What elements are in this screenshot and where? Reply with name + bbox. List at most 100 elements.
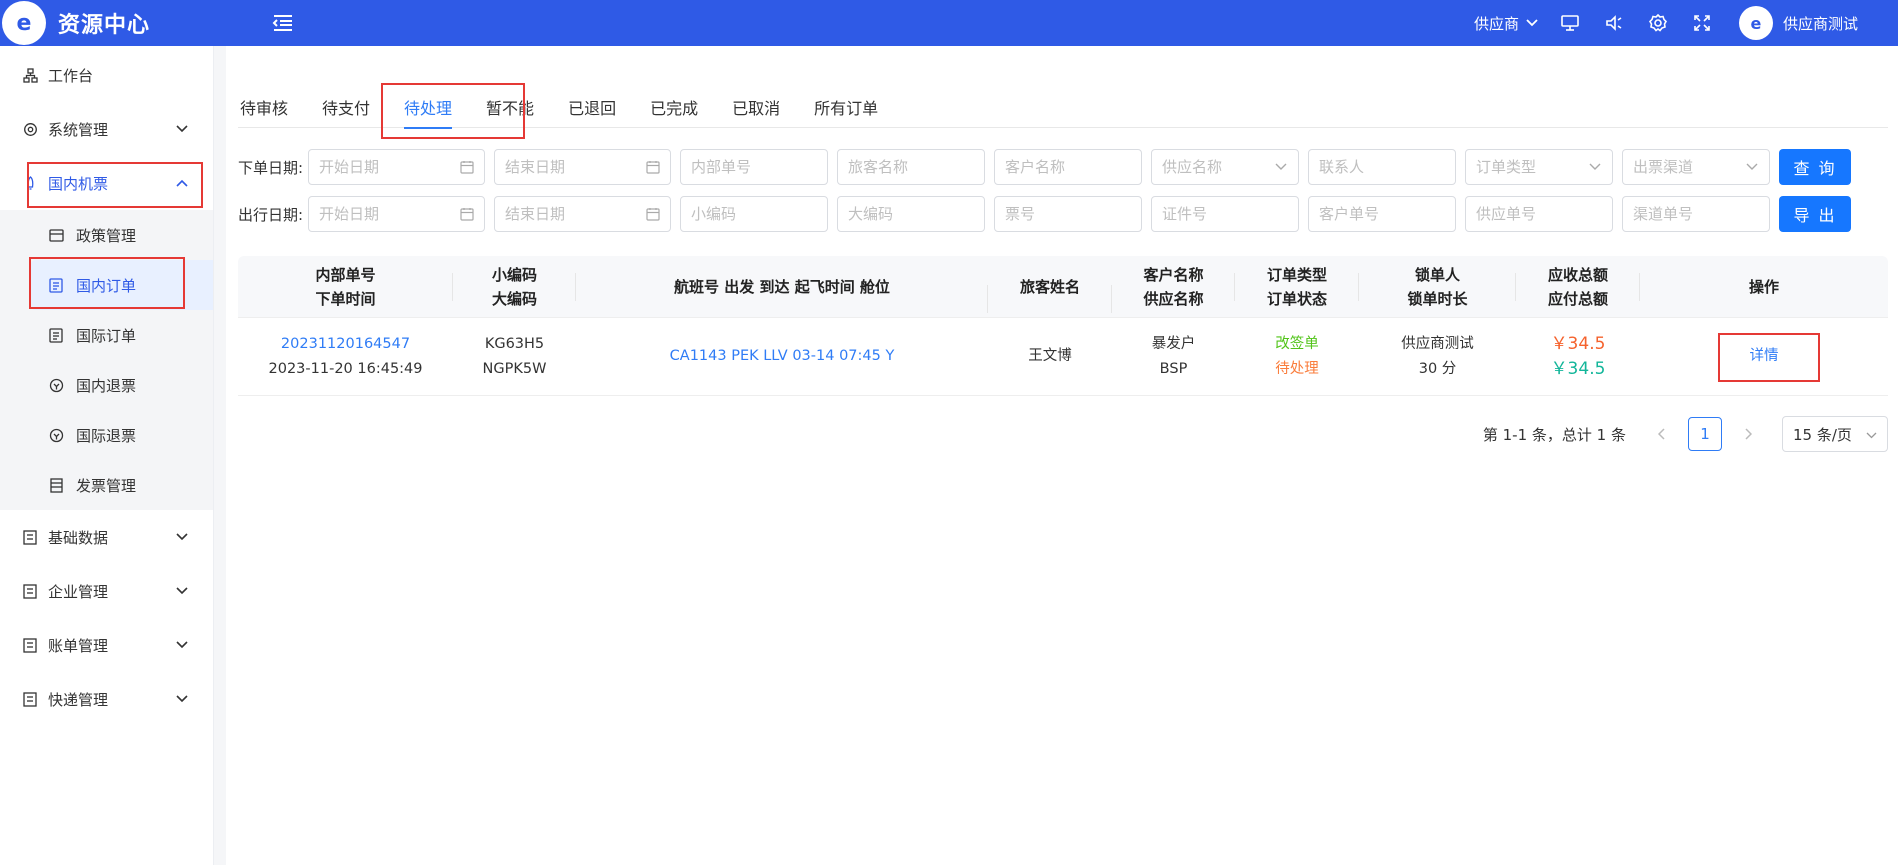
travel-end-date-input[interactable]	[505, 205, 642, 223]
chevron-down-icon	[1274, 159, 1288, 175]
speaker-icon[interactable]	[1601, 10, 1627, 36]
sidebar-item-invoice[interactable]: 发票管理	[0, 460, 213, 510]
tab-all-orders[interactable]: 所有订单	[797, 86, 895, 128]
detail-link[interactable]: 详情	[1750, 348, 1779, 364]
channel-order-no-input[interactable]	[1633, 205, 1759, 223]
order-type-select[interactable]	[1465, 149, 1613, 185]
page-total: 第 1-1 条，总计 1 条	[1482, 425, 1626, 444]
small-code-field[interactable]	[680, 196, 828, 232]
chevron-right-icon[interactable]	[1734, 420, 1762, 448]
cell-order-type: 改签单 待处理	[1235, 332, 1359, 382]
id-no-field[interactable]	[1151, 196, 1299, 232]
col-order-no: 内部单号 下单时间	[238, 263, 453, 311]
chevron-down-icon	[1866, 425, 1877, 443]
menu-collapse-icon[interactable]	[268, 8, 298, 38]
submenu-domestic-ticket: 政策管理 国内订单 国际订单 国内退票 国际退票 发票管理	[0, 210, 213, 510]
sidebar-item-system[interactable]: 系统管理	[0, 102, 213, 156]
calendar-icon	[460, 206, 474, 222]
gear-icon	[22, 121, 38, 137]
sidebar-item-domestic-refund[interactable]: 国内退票	[0, 360, 213, 410]
col-header-label: 客户名称	[1143, 265, 1204, 284]
supplier-name-select[interactable]	[1151, 149, 1299, 185]
passenger-name-field[interactable]	[837, 149, 985, 185]
order-end-date-input[interactable]	[505, 158, 642, 176]
supplier-dropdown[interactable]: 供应商	[1474, 13, 1539, 34]
order-start-date-field[interactable]	[308, 149, 485, 185]
travel-end-date-field[interactable]	[494, 196, 671, 232]
sidebar-item-express[interactable]: 快递管理	[0, 672, 213, 726]
chevron-down-icon	[175, 638, 189, 652]
tab-pending-review[interactable]: 待审核	[238, 86, 305, 128]
sidebar-item-label: 发票管理	[76, 476, 137, 495]
search-button[interactable]: 查 询	[1779, 149, 1851, 185]
sidebar-item-policy[interactable]: 政策管理	[0, 210, 213, 260]
sidebar-item-label: 工作台	[48, 66, 94, 85]
order-no-link[interactable]: 20231120164547	[238, 332, 453, 357]
contact-input[interactable]	[1319, 158, 1445, 176]
doc-icon	[22, 529, 38, 545]
supplier-order-no-field[interactable]	[1465, 196, 1613, 232]
customer-order-no-input[interactable]	[1319, 205, 1445, 223]
fullscreen-icon[interactable]	[1689, 10, 1715, 36]
order-end-date-field[interactable]	[494, 149, 671, 185]
tab-unable[interactable]: 暂不能	[469, 86, 551, 128]
sidebar-item-intl-refund[interactable]: 国际退票	[0, 410, 213, 460]
col-locker: 锁单人 锁单时长	[1359, 263, 1516, 311]
ticket-no-field[interactable]	[994, 196, 1142, 232]
small-code: KG63H5	[484, 335, 545, 352]
page-number[interactable]: 1	[1688, 417, 1722, 451]
sidebar-item-basic-data[interactable]: 基础数据	[0, 510, 213, 564]
col-header-label: 应付总额	[1547, 289, 1608, 308]
sidebar-item-label: 系统管理	[48, 120, 109, 139]
big-code-input[interactable]	[848, 205, 974, 223]
monitor-icon[interactable]	[1557, 10, 1583, 36]
tab-cancelled[interactable]: 已取消	[715, 86, 797, 128]
sidebar-item-intl-order[interactable]: 国际订单	[0, 310, 213, 360]
contact-field[interactable]	[1308, 149, 1456, 185]
supplier-name-input[interactable]	[1162, 158, 1271, 176]
customer-order-no-field[interactable]	[1308, 196, 1456, 232]
internal-order-no-input[interactable]	[691, 158, 817, 176]
customer-name-input[interactable]	[1005, 158, 1131, 176]
tab-pending-payment[interactable]: 待支付	[305, 86, 387, 128]
travel-start-date-input[interactable]	[319, 205, 456, 223]
tab-completed[interactable]: 已完成	[633, 86, 715, 128]
sidebar-item-domestic-ticket[interactable]: 国内机票	[0, 156, 213, 210]
supplier-order-no-input[interactable]	[1476, 205, 1602, 223]
order-start-date-input[interactable]	[319, 158, 456, 176]
sidebar-item-enterprise[interactable]: 企业管理	[0, 564, 213, 618]
sidebar: 工作台 系统管理 国内机票 政策管理 国内订单 国际订单 国内退票 国际退票 发…	[0, 46, 214, 865]
customer-name-field[interactable]	[994, 149, 1142, 185]
travel-start-date-field[interactable]	[308, 196, 485, 232]
export-button[interactable]: 导 出	[1779, 196, 1851, 232]
gear-icon[interactable]	[1645, 10, 1671, 36]
doc-icon	[22, 691, 38, 707]
chevron-down-icon	[1588, 159, 1602, 175]
ticket-channel-select[interactable]	[1622, 149, 1770, 185]
list-icon	[48, 327, 64, 343]
order-type-input[interactable]	[1476, 158, 1585, 176]
col-passenger: 旅客姓名	[988, 275, 1112, 313]
page-size-select[interactable]: 15 条/页	[1782, 416, 1888, 452]
col-header-label: 订单类型	[1266, 265, 1327, 284]
channel-order-no-field[interactable]	[1622, 196, 1770, 232]
ticket-channel-input[interactable]	[1633, 158, 1742, 176]
sidebar-item-billing[interactable]: 账单管理	[0, 618, 213, 672]
tab-returned[interactable]: 已退回	[551, 86, 633, 128]
tab-pending-process[interactable]: 待处理	[387, 86, 469, 129]
small-code-input[interactable]	[691, 205, 817, 223]
big-code-field[interactable]	[837, 196, 985, 232]
internal-order-no-field[interactable]	[680, 149, 828, 185]
id-no-input[interactable]	[1162, 205, 1288, 223]
sidebar-item-domestic-order[interactable]: 国内订单	[30, 260, 213, 310]
chevron-left-icon[interactable]	[1648, 420, 1676, 448]
chevron-down-icon	[175, 530, 189, 544]
col-header-label: 大编码	[491, 289, 537, 308]
top-bar: e 资源中心 供应商 e 供应商测试	[0, 0, 1898, 46]
refund-icon	[48, 427, 64, 443]
user-menu[interactable]: e 供应商测试	[1738, 6, 1858, 40]
sidebar-item-workbench[interactable]: 工作台	[0, 48, 213, 102]
passenger-name-input[interactable]	[848, 158, 974, 176]
ticket-no-input[interactable]	[1005, 205, 1131, 223]
flight-link[interactable]: CA1143 PEK LLV 03-14 07:45 Y	[670, 348, 895, 364]
